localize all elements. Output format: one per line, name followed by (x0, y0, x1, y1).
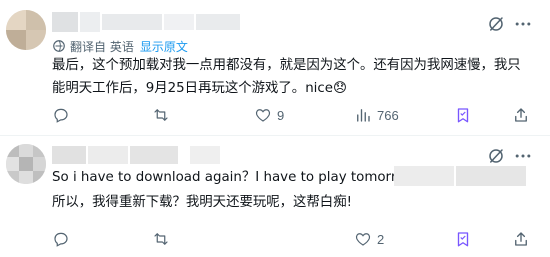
views-button[interactable]: 766 (354, 104, 399, 126)
translation-row: 翻译自 英语 显示原文 (52, 37, 188, 55)
redacted-text (394, 166, 454, 186)
translate-globe-icon (53, 40, 65, 52)
reply-bubble-icon (54, 232, 68, 247)
heart-icon (355, 233, 371, 246)
bookmark-icon (457, 108, 469, 123)
views-bar-chart-icon (357, 109, 370, 122)
bookmark-button[interactable] (454, 228, 472, 250)
share-upload-icon (515, 108, 527, 122)
bookmark-icon (457, 232, 469, 247)
redacted-text (456, 166, 526, 186)
share-button[interactable] (512, 228, 530, 250)
post-text: 最后，这个预加载对我一点用都没有，就是因为这个。还有因为我网速慢，我只能明天工作… (52, 58, 521, 96)
reply-bubble-icon (54, 108, 68, 123)
bookmark-button[interactable] (454, 104, 472, 126)
action-bar: 2 (44, 228, 534, 250)
like-count: 9 (277, 107, 285, 123)
like-button[interactable]: 2 (354, 228, 384, 250)
avatar[interactable] (6, 10, 46, 50)
grok-slash-icon[interactable] (487, 147, 505, 165)
repost-arrows-icon (154, 233, 168, 245)
more-horizontal-icon[interactable] (513, 146, 533, 166)
avatar[interactable] (6, 144, 46, 184)
post-text-original: So i have to download again？I have to pl… (52, 170, 416, 185)
reply-button[interactable] (52, 228, 75, 250)
like-count: 2 (377, 231, 385, 247)
post-2[interactable]: So i have to download again？I have to pl… (0, 136, 550, 257)
grok-slash-icon[interactable] (487, 15, 505, 33)
share-upload-icon (515, 232, 527, 246)
post-1[interactable]: 翻译自 英语 显示原文 最后，这个预加载对我一点用都没有，就是因为这个。还有因为… (0, 0, 550, 135)
more-horizontal-icon[interactable] (513, 14, 533, 34)
reply-button[interactable] (52, 104, 75, 126)
repost-button[interactable] (152, 228, 175, 250)
share-button[interactable] (512, 104, 530, 126)
like-button[interactable]: 9 (254, 104, 284, 126)
repost-button[interactable] (152, 104, 175, 126)
action-bar: 9 766 (44, 104, 534, 126)
translated-from-label: 翻译自 英语 (70, 39, 134, 54)
repost-arrows-icon (154, 109, 168, 121)
show-original-link[interactable]: 显示原文 (140, 38, 188, 55)
view-count: 766 (377, 107, 399, 123)
post-text-translated: 所以，我得重新下载？我明天还要玩呢，这帮白痴! (52, 195, 352, 210)
heart-icon (255, 109, 271, 122)
